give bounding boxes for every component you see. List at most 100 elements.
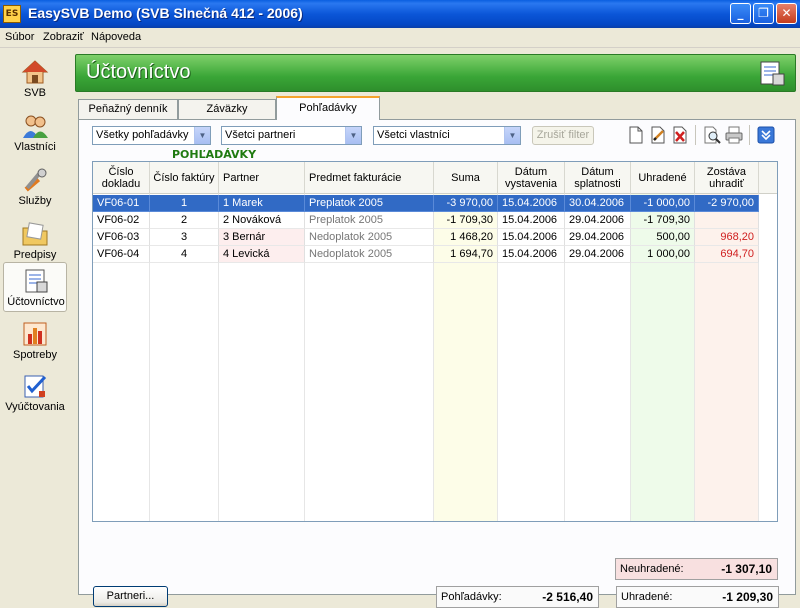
table-row[interactable]: VF06-02 2 2 Nováková Preplatok 2005 -1 7… <box>93 212 777 229</box>
table-row[interactable]: VF06-04 4 4 Levická Nedoplatok 2005 1 69… <box>93 246 777 263</box>
receivable-type-select[interactable]: Všetky pohľadávky ▼ <box>92 126 211 145</box>
receivable-type-value: Všetky pohľadávky <box>96 129 189 141</box>
cell-partner: 3 Bernár <box>219 229 305 246</box>
house-icon <box>21 60 49 84</box>
cell-amount: -3 970,00 <box>434 195 498 212</box>
section-header: Účtovníctvo <box>75 54 796 92</box>
nav-label: Účtovníctvo <box>7 296 65 308</box>
owner-select[interactable]: Všetci vlastníci ▼ <box>373 126 521 145</box>
bar-chart-icon <box>23 322 47 346</box>
cell-issue-date: 15.04.2006 <box>498 246 565 263</box>
cell-subject: Preplatok 2005 <box>305 212 434 229</box>
nav-item-owners[interactable]: Vlastníci <box>3 108 67 158</box>
receivables-total-label: Pohľadávky: <box>441 591 502 603</box>
cell-partner: 4 Levická <box>219 246 305 263</box>
column-header-subject[interactable]: Predmet fakturácie <box>305 162 434 194</box>
cell-issue-date: 15.04.2006 <box>498 195 565 212</box>
delete-document-icon[interactable] <box>671 126 689 144</box>
column-header-due-date[interactable]: Dátum splatnosti <box>565 162 631 194</box>
table-row[interactable]: VF06-01 1 1 Marek Preplatok 2005 -3 970,… <box>93 195 777 212</box>
menu-bar: Súbor Zobraziť Nápoveda <box>0 28 800 48</box>
cell-remaining: 968,20 <box>695 229 759 246</box>
edit-document-icon[interactable] <box>649 126 667 144</box>
title-bar: ES EasySVB Demo (SVB Slnečná 412 - 2006)… <box>0 0 800 28</box>
cell-partner: 1 Marek <box>219 195 305 212</box>
nav-item-prescriptions[interactable]: Predpisy <box>3 216 67 266</box>
owner-value: Všetci vlastníci <box>377 129 450 141</box>
menu-view[interactable]: Zobraziť <box>43 31 84 43</box>
menu-file[interactable]: Súbor <box>5 31 34 43</box>
cell-subject: Preplatok 2005 <box>305 195 434 212</box>
column-header-amount[interactable]: Suma <box>434 162 498 194</box>
cell-issue-date: 15.04.2006 <box>498 212 565 229</box>
cell-subject: Nedoplatok 2005 <box>305 229 434 246</box>
partners-button[interactable]: Partneri... <box>93 586 168 607</box>
chevron-down-icon[interactable]: ▼ <box>194 127 210 144</box>
cell-paid: 500,00 <box>631 229 695 246</box>
receivables-panel: Všetky pohľadávky ▼ Všetci partneri ▼ Vš… <box>78 119 796 608</box>
menu-help[interactable]: Nápoveda <box>91 31 141 43</box>
nav-label: Vyúčtovania <box>5 401 65 413</box>
cell-partner: 2 Nováková <box>219 212 305 229</box>
toolbar-separator <box>695 125 696 145</box>
column-header-partner[interactable]: Partner <box>219 162 305 194</box>
checklist-icon <box>24 375 47 398</box>
receivables-table: Číslo dokladu Číslo faktúry Partner Pred… <box>92 161 778 522</box>
column-header-remaining[interactable]: Zostáva uhradiť <box>695 162 759 194</box>
nav-label: Služby <box>18 195 52 207</box>
nav-label: Predpisy <box>13 249 57 261</box>
cell-document-number: VF06-04 <box>93 246 150 263</box>
cell-amount: 1 694,70 <box>434 246 498 263</box>
partner-select[interactable]: Všetci partneri ▼ <box>221 126 362 145</box>
cell-amount: 1 468,20 <box>434 229 498 246</box>
paid-total: Uhradené: -1 209,30 <box>616 586 779 608</box>
receivables-total-value: -2 516,40 <box>542 590 593 604</box>
nav-item-services[interactable]: Služby <box>3 162 67 212</box>
folder-icon <box>22 222 48 246</box>
cell-invoice-number: 1 <box>150 195 219 212</box>
main-content: Účtovníctvo Peňažný denník Záväzky Pohľa… <box>72 50 798 608</box>
expand-down-icon[interactable] <box>757 126 775 144</box>
cell-document-number: VF06-03 <box>93 229 150 246</box>
section-title: POHĽADÁVKY <box>172 148 257 161</box>
unpaid-total: Neuhradené: -1 307,10 <box>615 558 778 580</box>
cell-due-date: 29.04.2006 <box>565 212 631 229</box>
cell-invoice-number: 2 <box>150 212 219 229</box>
cell-due-date: 30.04.2006 <box>565 195 631 212</box>
column-header-invoice-number[interactable]: Číslo faktúry <box>150 162 219 194</box>
close-button[interactable]: ✕ <box>776 3 797 24</box>
cell-remaining: -2 970,00 <box>695 195 759 212</box>
tab-cash-journal[interactable]: Peňažný denník <box>78 99 178 119</box>
print-icon[interactable] <box>725 126 743 144</box>
maximize-button[interactable]: ❐ <box>753 3 774 24</box>
ledger-icon <box>760 61 785 86</box>
column-header-document-number[interactable]: Číslo dokladu <box>93 162 150 194</box>
clear-filter-button[interactable]: Zrušiť filter <box>532 126 594 145</box>
minimize-button[interactable]: _ <box>730 3 751 24</box>
nav-item-svb[interactable]: SVB <box>3 54 67 104</box>
receivables-total: Pohľadávky: -2 516,40 <box>436 586 599 608</box>
nav-label: SVB <box>23 87 46 99</box>
column-header-paid[interactable]: Uhradené <box>631 162 695 194</box>
nav-item-accounting[interactable]: Účtovníctvo <box>3 262 67 312</box>
app-logo-icon: ES <box>3 5 21 23</box>
nav-label: Vlastníci <box>14 141 56 153</box>
cell-due-date: 29.04.2006 <box>565 229 631 246</box>
chevron-down-icon[interactable]: ▼ <box>345 127 361 144</box>
nav-item-consumption[interactable]: Spotreby <box>3 316 67 366</box>
tab-receivables[interactable]: Pohľadávky <box>276 96 380 120</box>
table-row[interactable]: VF06-03 3 3 Bernár Nedoplatok 2005 1 468… <box>93 229 777 246</box>
preview-icon[interactable] <box>703 126 721 144</box>
cell-paid: -1 709,30 <box>631 212 695 229</box>
cell-amount: -1 709,30 <box>434 212 498 229</box>
chevron-down-icon[interactable]: ▼ <box>504 127 520 144</box>
ledger-icon <box>25 269 48 293</box>
partner-value: Všetci partneri <box>225 129 296 141</box>
unpaid-total-value: -1 307,10 <box>721 562 772 576</box>
nav-item-settlements[interactable]: Vyúčtovania <box>3 368 67 418</box>
column-header-issue-date[interactable]: Dátum vystavenia <box>498 162 565 194</box>
tools-icon <box>24 168 47 192</box>
tab-liabilities[interactable]: Záväzky <box>178 99 276 119</box>
cell-document-number: VF06-02 <box>93 212 150 229</box>
new-document-icon[interactable] <box>627 126 645 144</box>
